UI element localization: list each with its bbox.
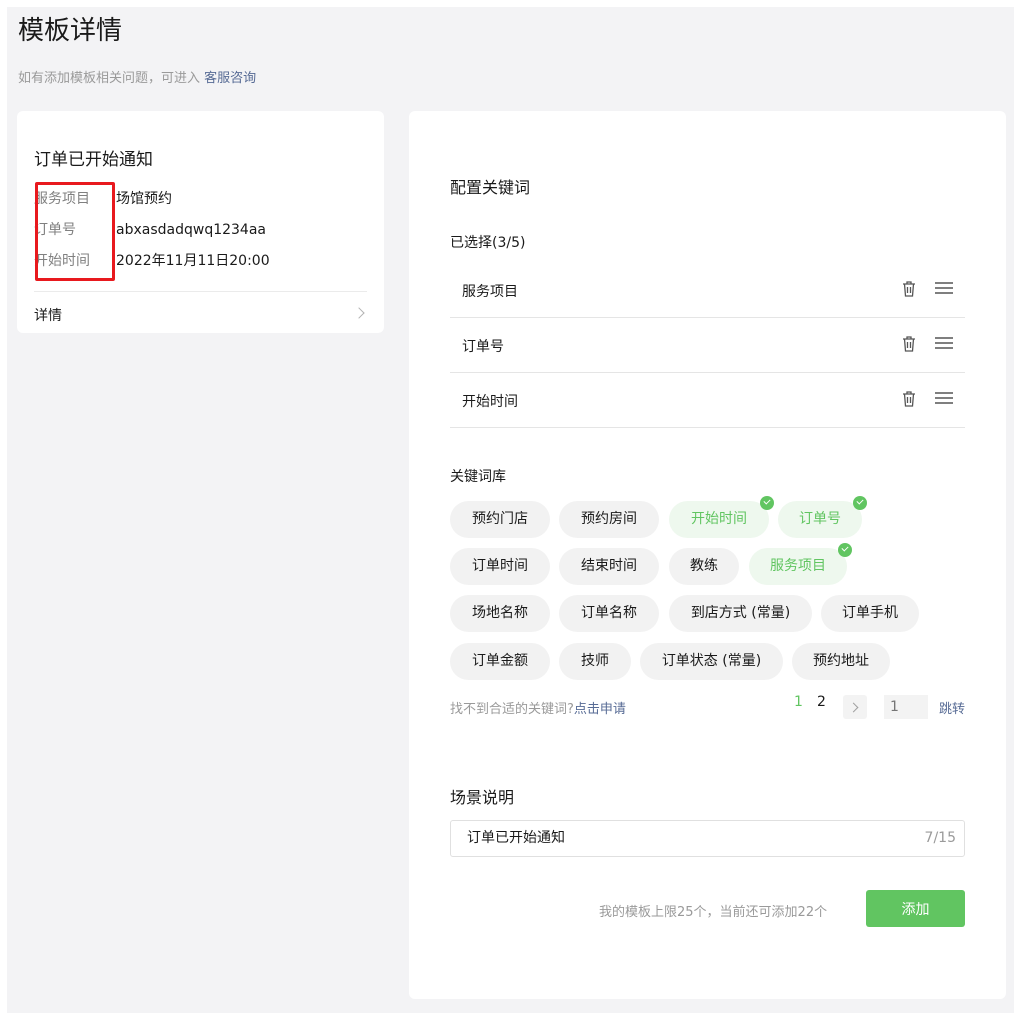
add-button[interactable]: 添加 [866,890,965,927]
chip-label: 订单名称 [581,605,637,621]
chip-label: 教练 [690,558,718,574]
keyword-chip[interactable]: 教练 [669,548,739,585]
chip-label: 到店方式 (常量) [690,605,791,621]
keyword-config-card: 配置关键词 已选择(3/5) 服务项目 订单号 开始时间 关键词库 预约门店 预… [409,111,1006,999]
check-icon [760,496,774,510]
scene-title: 场景说明 [450,788,515,807]
preview-value: abxasdadqwq1234aa [116,222,266,238]
chip-label: 场地名称 [472,605,528,621]
keyword-chip[interactable]: 订单时间 [450,548,550,585]
page: 模板详情 如有添加模板相关问题，可进入 客服咨询 订单已开始通知 服务项目 场馆预… [7,7,1014,1013]
check-icon [853,496,867,510]
chip-label: 订单时间 [472,558,528,574]
divider [34,291,367,292]
drag-handle-icon[interactable] [935,391,953,405]
chip-label: 预约门店 [472,511,528,527]
page-jump-input[interactable] [884,695,928,719]
keyword-chip[interactable]: 预约房间 [559,501,659,538]
chip-label: 订单号 [799,511,841,527]
jump-button[interactable]: 跳转 [939,698,965,717]
selected-keyword-row: 订单号 [450,318,965,373]
chip-label: 结束时间 [581,558,637,574]
chip-label: 技师 [581,653,609,669]
detail-label: 详情 [34,308,62,324]
selected-keyword-row: 开始时间 [450,373,965,428]
trash-icon[interactable] [901,280,917,298]
drag-handle-icon[interactable] [935,281,953,295]
keyword-chip[interactable]: 到店方式 (常量) [669,595,812,632]
preview-value: 场馆预约 [116,191,172,207]
char-count: 7/15 [924,830,956,846]
keyword-chip[interactable]: 结束时间 [559,548,659,585]
keyword-label: 开始时间 [462,394,518,410]
chip-label: 订单状态 (常量) [661,653,762,669]
chip-label: 服务项目 [770,558,826,574]
drag-handle-icon[interactable] [935,336,953,350]
preview-title: 订单已开始通知 [34,150,153,170]
scene-description-field[interactable]: 7/15 [450,820,965,857]
template-limit-text: 我的模板上限25个，当前还可添加22个 [599,905,828,920]
config-title: 配置关键词 [450,178,531,197]
keyword-label: 服务项目 [462,284,518,300]
keyword-chip-selected[interactable]: 开始时间 [669,496,774,538]
keyword-chip[interactable]: 场地名称 [450,595,550,632]
page-title: 模板详情 [18,16,123,46]
chip-label: 开始时间 [691,511,747,527]
check-icon [838,543,852,557]
page-1-button[interactable]: 1 [794,694,803,710]
chevron-right-icon [353,307,365,319]
keyword-chip-selected[interactable]: 订单号 [778,496,867,538]
keyword-chip[interactable]: 订单状态 (常量) [640,643,783,680]
selected-keyword-row: 服务项目 [450,263,965,318]
apply-keyword-link[interactable]: 点击申请 [574,702,626,717]
next-page-button[interactable] [843,695,867,719]
preview-value: 2022年11月11日20:00 [116,253,270,269]
chip-label: 订单手机 [842,605,898,621]
keyword-library-title: 关键词库 [450,469,506,485]
trash-icon[interactable] [901,390,917,408]
help-text: 找不到合适的关键词? [450,702,574,717]
keyword-help: 找不到合适的关键词?点击申请 [450,698,626,717]
subtitle-text: 如有添加模板相关问题，可进入 [18,71,201,86]
keyword-chip[interactable]: 订单手机 [821,595,919,632]
selected-title: 已选择(3/5) [450,235,526,251]
chip-label: 订单金额 [472,653,528,669]
customer-service-link[interactable]: 客服咨询 [204,71,256,86]
keyword-chip[interactable]: 技师 [559,643,631,680]
keyword-chip[interactable]: 预约门店 [450,501,550,538]
keyword-chip[interactable]: 预约地址 [792,643,890,680]
page-subtitle: 如有添加模板相关问题，可进入 客服咨询 [18,67,256,86]
keyword-label: 订单号 [462,339,504,355]
chip-label: 预约地址 [813,653,869,669]
scene-description-input[interactable] [467,829,887,845]
keyword-chip[interactable]: 订单名称 [559,595,659,632]
trash-icon[interactable] [901,335,917,353]
page-2-button[interactable]: 2 [817,694,826,710]
highlight-annotation-box [35,182,115,281]
preview-detail-link[interactable]: 详情 [34,305,367,325]
chip-label: 预约房间 [581,511,637,527]
keyword-chip[interactable]: 订单金额 [450,643,550,680]
keyword-chip-selected[interactable]: 服务项目 [749,543,852,585]
